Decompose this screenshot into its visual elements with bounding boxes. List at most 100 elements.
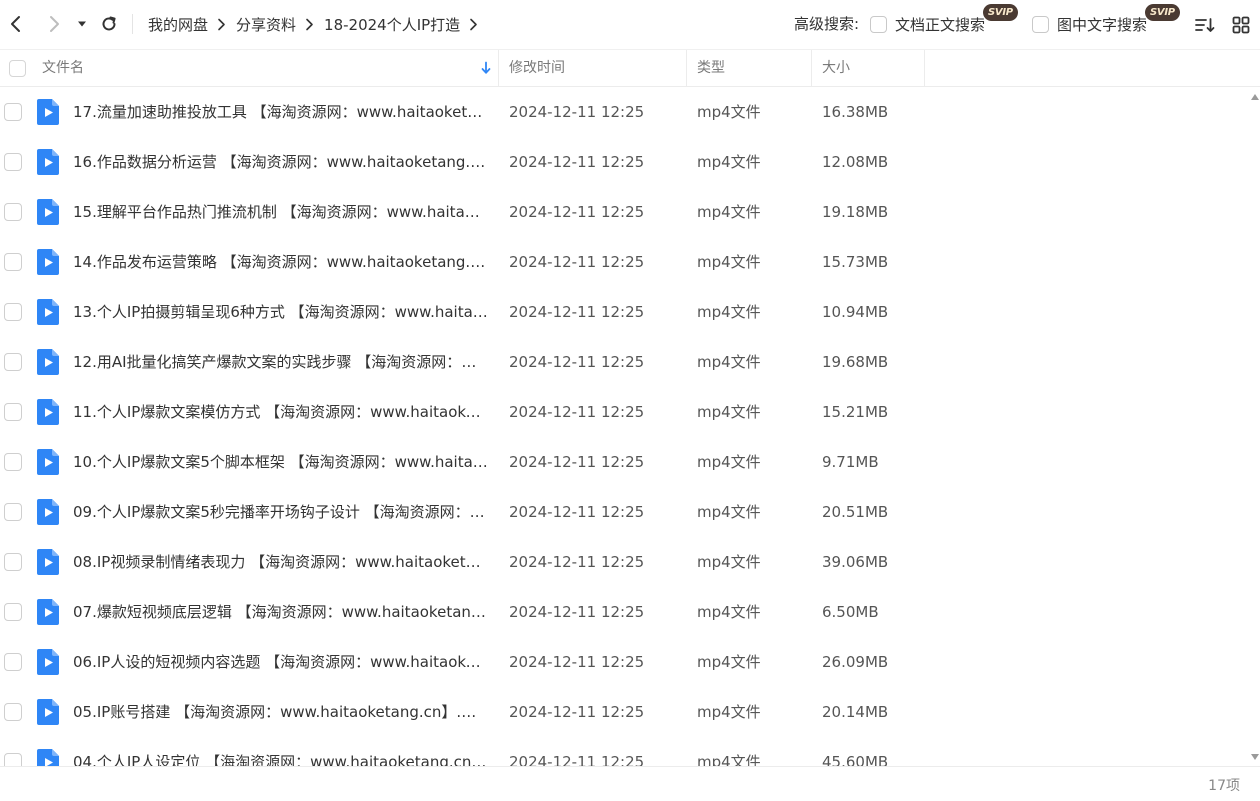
video-file-icon [37, 549, 59, 575]
doc-text-search-checkbox[interactable] [870, 15, 887, 33]
table-row[interactable]: 07.爆款短视频底层逻辑 【海淘资源网：www.haitaoketang.cn】… [0, 588, 1250, 638]
video-file-icon [37, 699, 59, 725]
video-file-icon [37, 299, 59, 325]
row-checkbox[interactable] [4, 753, 22, 766]
scroll-up-arrow-icon[interactable] [1251, 94, 1259, 100]
history-dropdown-button[interactable] [72, 12, 92, 36]
row-checkbox[interactable] [4, 403, 22, 421]
refresh-button[interactable] [97, 12, 121, 36]
file-name[interactable]: 14.作品发布运营策略 【海淘资源网：www.haitaoketang.cn】.… [73, 238, 488, 288]
svip-badge: SVIP [983, 4, 1018, 21]
video-file-icon [37, 249, 59, 275]
row-checkbox[interactable] [4, 203, 22, 221]
column-header-name[interactable]: 文件名 [42, 50, 84, 87]
item-count: 17项 [1208, 778, 1240, 794]
column-header-modified-time[interactable]: 修改时间 [509, 50, 565, 87]
row-checkbox[interactable] [4, 703, 22, 721]
sort-descending-icon[interactable] [480, 61, 492, 75]
table-row[interactable]: 13.个人IP拍摄剪辑呈现6种方式 【海淘资源网：www.haitaoketan… [0, 288, 1250, 338]
video-file-icon [37, 649, 59, 675]
doc-text-search-option[interactable]: 文档正文搜索 [870, 14, 985, 34]
file-name[interactable]: 17.流量加速助推投放工具 【海淘资源网：www.haitaoketang.cn… [73, 88, 488, 138]
grid-view-button[interactable] [1230, 14, 1252, 36]
row-checkbox[interactable] [4, 253, 22, 271]
forward-button[interactable] [42, 12, 66, 36]
file-size: 19.68MB [822, 353, 889, 371]
image-text-search-option[interactable]: 图中文字搜索 [1032, 14, 1147, 34]
file-modified-time: 2024-12-11 12:25 [509, 253, 645, 271]
file-type: mp4文件 [697, 703, 761, 721]
table-row[interactable]: 10.个人IP爆款文案5个脚本框架 【海淘资源网：www.haitaoketan… [0, 438, 1250, 488]
column-divider[interactable] [811, 50, 812, 87]
video-file-icon [37, 599, 59, 625]
file-modified-time: 2024-12-11 12:25 [509, 153, 645, 171]
column-header-type[interactable]: 类型 [697, 50, 725, 87]
video-file-icon [37, 399, 59, 425]
file-name[interactable]: 10.个人IP爆款文案5个脚本框架 【海淘资源网：www.haitaoketan… [73, 438, 488, 488]
table-row[interactable]: 14.作品发布运营策略 【海淘资源网：www.haitaoketang.cn】.… [0, 238, 1250, 288]
file-name[interactable]: 06.IP人设的短视频内容选题 【海淘资源网：www.haitaoketang.… [73, 638, 488, 688]
table-row[interactable]: 05.IP账号搭建 【海淘资源网：www.haitaoketang.cn】.mp… [0, 688, 1250, 738]
file-name[interactable]: 16.作品数据分析运营 【海淘资源网：www.haitaoketang.cn】.… [73, 138, 488, 188]
column-header-size[interactable]: 大小 [822, 50, 850, 87]
breadcrumb-item-my-drive[interactable]: 我的网盘 [148, 14, 208, 35]
file-size: 19.18MB [822, 203, 889, 221]
column-divider[interactable] [686, 50, 687, 87]
file-size: 16.38MB [822, 103, 889, 121]
file-modified-time: 2024-12-11 12:25 [509, 203, 645, 221]
row-checkbox[interactable] [4, 103, 22, 121]
file-name[interactable]: 11.个人IP爆款文案模仿方式 【海淘资源网：www.haitaoketang.… [73, 388, 488, 438]
breadcrumb-item-current-folder[interactable]: 18-2024个人IP打造 [324, 14, 460, 35]
table-row[interactable]: 08.IP视频录制情绪表现力 【海淘资源网：www.haitaoketang.c… [0, 538, 1250, 588]
table-row[interactable]: 12.用AI批量化搞笑产爆款文案的实践步骤 【海淘资源网：www.haitaok… [0, 338, 1250, 388]
file-type: mp4文件 [697, 253, 761, 271]
file-modified-time: 2024-12-11 12:25 [509, 353, 645, 371]
row-checkbox[interactable] [4, 553, 22, 571]
row-checkbox[interactable] [4, 453, 22, 471]
table-row[interactable]: 11.个人IP爆款文案模仿方式 【海淘资源网：www.haitaoketang.… [0, 388, 1250, 438]
file-name[interactable]: 09.个人IP爆款文案5秒完播率开场钩子设计 【海淘资源网：www.haitao… [73, 488, 488, 538]
file-modified-time: 2024-12-11 12:25 [509, 103, 645, 121]
file-type: mp4文件 [697, 453, 761, 471]
vertical-scrollbar[interactable] [1250, 88, 1260, 766]
file-name[interactable]: 07.爆款短视频底层逻辑 【海淘资源网：www.haitaoketang.cn】… [73, 588, 488, 638]
file-name[interactable]: 04.个人IP人设定位 【海淘资源网：www.haitaoketang.cn】.… [73, 738, 488, 766]
breadcrumb: 我的网盘 分享资料 18-2024个人IP打造 [148, 0, 488, 48]
file-name[interactable]: 15.理解平台作品热门推流机制 【海淘资源网：www.haitaoketang.… [73, 188, 488, 238]
table-row[interactable]: 17.流量加速助推投放工具 【海淘资源网：www.haitaoketang.cn… [0, 88, 1250, 138]
chevron-right-icon[interactable] [469, 18, 478, 31]
file-type: mp4文件 [697, 303, 761, 321]
image-text-search-checkbox[interactable] [1032, 15, 1049, 33]
file-name[interactable]: 08.IP视频录制情绪表现力 【海淘资源网：www.haitaoketang.c… [73, 538, 488, 588]
file-name[interactable]: 12.用AI批量化搞笑产爆款文案的实践步骤 【海淘资源网：www.haitaok… [73, 338, 488, 388]
select-all-checkbox[interactable] [9, 60, 26, 77]
breadcrumb-item-shared[interactable]: 分享资料 [236, 14, 296, 35]
table-row[interactable]: 06.IP人设的短视频内容选题 【海淘资源网：www.haitaoketang.… [0, 638, 1250, 688]
chevron-right-icon [217, 18, 226, 31]
table-row[interactable]: 04.个人IP人设定位 【海淘资源网：www.haitaoketang.cn】.… [0, 738, 1250, 766]
sort-button[interactable] [1194, 14, 1216, 36]
grid-icon [1232, 16, 1250, 34]
row-checkbox[interactable] [4, 653, 22, 671]
file-type: mp4文件 [697, 603, 761, 621]
row-checkbox[interactable] [4, 353, 22, 371]
file-name[interactable]: 13.个人IP拍摄剪辑呈现6种方式 【海淘资源网：www.haitaoketan… [73, 288, 488, 338]
table-row[interactable]: 16.作品数据分析运营 【海淘资源网：www.haitaoketang.cn】.… [0, 138, 1250, 188]
file-size: 20.14MB [822, 703, 889, 721]
row-checkbox[interactable] [4, 303, 22, 321]
file-modified-time: 2024-12-11 12:25 [509, 753, 645, 766]
table-header: 文件名 修改时间 类型 大小 [0, 49, 1260, 87]
table-row[interactable]: 09.个人IP爆款文案5秒完播率开场钩子设计 【海淘资源网：www.haitao… [0, 488, 1250, 538]
image-text-search-label: 图中文字搜索 [1057, 15, 1148, 34]
row-checkbox[interactable] [4, 503, 22, 521]
file-name[interactable]: 05.IP账号搭建 【海淘资源网：www.haitaoketang.cn】.mp… [73, 688, 488, 738]
file-size: 9.71MB [822, 453, 879, 471]
table-row[interactable]: 15.理解平台作品热门推流机制 【海淘资源网：www.haitaoketang.… [0, 188, 1250, 238]
row-checkbox[interactable] [4, 153, 22, 171]
column-divider[interactable] [924, 50, 925, 87]
scroll-down-arrow-icon[interactable] [1251, 754, 1259, 760]
column-divider[interactable] [498, 50, 499, 87]
file-modified-time: 2024-12-11 12:25 [509, 453, 645, 471]
back-button[interactable] [4, 12, 28, 36]
row-checkbox[interactable] [4, 603, 22, 621]
